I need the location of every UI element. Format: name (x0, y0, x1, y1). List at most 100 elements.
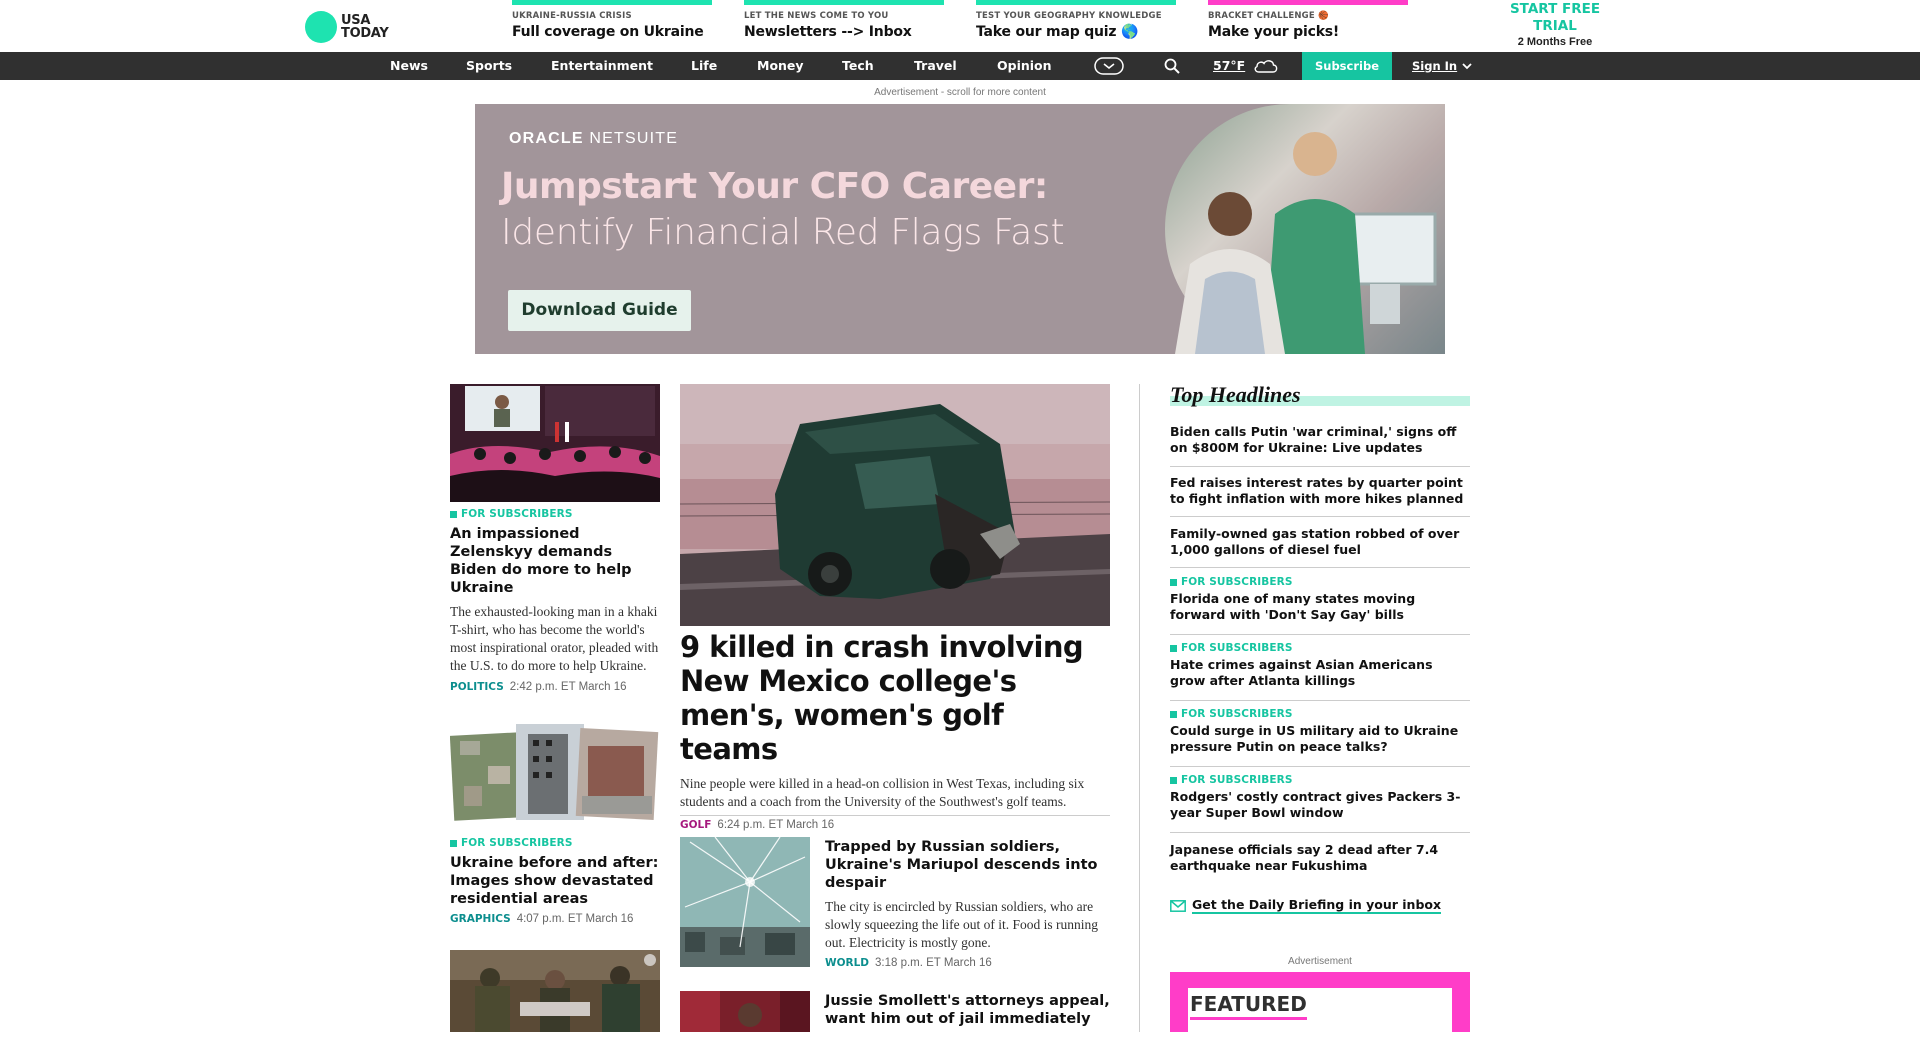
top-headline-item[interactable]: FOR SUBSCRIBERS Hate crimes against Asia… (1170, 642, 1470, 701)
story-headline[interactable]: Jussie Smollett's attorneys appeal, want… (825, 992, 1115, 1028)
chevron-down-icon (1462, 62, 1472, 70)
lead-story-headline[interactable]: 9 killed in crash involving New Mexico c… (680, 630, 1110, 766)
story-meta: GRAPHICS 4:07 p.m. ET March 16 (450, 913, 660, 925)
promo-ukraine[interactable]: UKRAINE-RUSSIA CRISIS Full coverage on U… (512, 0, 712, 52)
cloud-icon[interactable] (1252, 52, 1280, 80)
top-headline-text[interactable]: Japanese officials say 2 dead after 7.4 … (1170, 842, 1470, 874)
story-tag-world[interactable]: WORLD (825, 957, 869, 969)
nav-opinion[interactable]: Opinion (997, 52, 1052, 80)
story-card-mariupol[interactable]: Trapped by Russian soldiers, Ukraine's M… (825, 838, 1115, 969)
nav-entertainment[interactable]: Entertainment (551, 52, 653, 80)
top-headline-text[interactable]: Florida one of many states moving forwar… (1170, 591, 1470, 623)
story-image-mariupol[interactable] (680, 837, 810, 967)
nav-tech[interactable]: Tech (842, 52, 874, 80)
story-time: 2:42 p.m. ET March 16 (509, 681, 627, 693)
search-icon[interactable] (1160, 52, 1184, 80)
ad-brand-bold: ORACLE (509, 130, 584, 147)
story-card-smollett[interactable]: Jussie Smollett's attorneys appeal, want… (825, 992, 1115, 1028)
top-headline-item[interactable]: FOR SUBSCRIBERS Rodgers' costly contract… (1170, 774, 1470, 833)
story-time: 3:18 p.m. ET March 16 (875, 957, 992, 969)
top-headline-item[interactable]: Biden calls Putin 'war criminal,' signs … (1170, 424, 1470, 467)
story-tag-politics[interactable]: POLITICS (450, 681, 504, 693)
story-tag-graphics[interactable]: GRAPHICS (450, 913, 511, 925)
daily-briefing-link[interactable]: Get the Daily Briefing in your inbox (1170, 897, 1442, 914)
sign-in-label: Sign In (1412, 59, 1458, 73)
nav-travel[interactable]: Travel (914, 52, 957, 80)
promo-kicker: BRACKET CHALLENGE 🏀 (1208, 11, 1329, 21)
ad-brand-light: NETSUITE (583, 130, 679, 147)
top-headline-item[interactable]: Japanese officials say 2 dead after 7.4 … (1170, 842, 1470, 882)
logo-dot-icon (305, 10, 337, 43)
nav-sports[interactable]: Sports (466, 52, 512, 80)
ad-brand: ORACLE NETSUITE (509, 130, 678, 148)
story-headline[interactable]: An impassioned Zelenskyy demands Biden d… (450, 525, 660, 597)
promo-bar (512, 0, 712, 5)
promo-map-quiz[interactable]: TEST YOUR GEOGRAPHY KNOWLEDGE Take our m… (976, 0, 1176, 52)
featured-ad[interactable]: FEATURED (1170, 972, 1470, 1048)
top-headline-text[interactable]: Could surge in US military aid to Ukrain… (1170, 723, 1470, 755)
promo-headline: Newsletters --> Inbox (744, 24, 912, 40)
story-summary: The exhausted-looking man in a khaki T-s… (450, 604, 659, 673)
download-guide-button[interactable]: Download Guide (508, 290, 691, 331)
top-headline-text[interactable]: Fed raises interest rates by quarter poi… (1170, 475, 1470, 507)
trial-line2: TRIAL (1533, 18, 1577, 34)
promo-bar (1208, 0, 1408, 5)
story-image[interactable] (450, 716, 660, 826)
ad-headline-1: Jumpstart Your CFO Career: (501, 166, 1048, 207)
trial-sub: 2 Months Free (1517, 36, 1593, 48)
story-time: 4:07 p.m. ET March 16 (516, 913, 634, 925)
sign-in-button[interactable]: Sign In (1412, 52, 1472, 80)
story-tag-golf[interactable]: GOLF (680, 819, 711, 831)
start-free-trial-link[interactable]: START FREE TRIAL 2 Months Free (1500, 1, 1610, 48)
lead-story[interactable]: 9 killed in crash involving New Mexico c… (680, 630, 1110, 831)
nav-life[interactable]: Life (691, 52, 717, 80)
promo-headline: Take our map quiz 🌎 (976, 24, 1139, 40)
lead-story-image[interactable] (680, 384, 1110, 626)
promo-bar (744, 0, 944, 5)
top-headline-text[interactable]: Family-owned gas station robbed of over … (1170, 526, 1470, 558)
story-time: 6:24 p.m. ET March 16 (717, 819, 835, 831)
story-image[interactable] (450, 384, 660, 502)
for-subscribers-label: FOR SUBSCRIBERS (1170, 708, 1470, 720)
section-divider (680, 815, 1110, 816)
story-headline[interactable]: Trapped by Russian soldiers, Ukraine's M… (825, 838, 1115, 892)
featured-label: FEATURED (1190, 992, 1307, 1020)
advertisement-label: Advertisement (1288, 956, 1352, 967)
top-headline-text[interactable]: Rodgers' costly contract gives Packers 3… (1170, 789, 1470, 821)
story-meta: POLITICS 2:42 p.m. ET March 16 (450, 681, 660, 693)
story-card-zelenskyy[interactable]: FOR SUBSCRIBERS An impassioned Zelenskyy… (450, 384, 660, 693)
top-headline-item[interactable]: Family-owned gas station robbed of over … (1170, 526, 1470, 568)
story-meta: WORLD 3:18 p.m. ET March 16 (825, 957, 1115, 969)
nav-money[interactable]: Money (757, 52, 804, 80)
logo-line2: TODAY (341, 25, 389, 41)
ad-photo (1165, 104, 1445, 354)
story-summary: The city is encircled by Russian soldier… (825, 899, 1098, 950)
subscriber-square-icon (1170, 776, 1177, 784)
advertisement-label: Advertisement - scroll for more content (874, 87, 1046, 98)
nav-news[interactable]: News (390, 52, 428, 80)
for-subscribers-label: FOR SUBSCRIBERS (450, 508, 660, 520)
story-image-smollett[interactable] (680, 991, 810, 1032)
lead-story-meta: GOLF 6:24 p.m. ET March 16 (680, 819, 1110, 831)
oracle-netsuite-ad[interactable]: ORACLE NETSUITE Jumpstart Your CFO Caree… (475, 104, 1445, 354)
subscribe-button[interactable]: Subscribe (1302, 52, 1392, 80)
promo-headline: Make your picks! (1208, 24, 1340, 40)
top-headline-item[interactable]: FOR SUBSCRIBERS Florida one of many stat… (1170, 576, 1470, 635)
subscriber-square-icon (450, 510, 457, 518)
top-headline-item[interactable]: FOR SUBSCRIBERS Could surge in US milita… (1170, 708, 1470, 767)
top-headline-text[interactable]: Biden calls Putin 'war criminal,' signs … (1170, 424, 1470, 456)
ad-headline-2: Identify Financial Red Flags Fast (501, 212, 1065, 253)
story-card-ukraine-before-after[interactable]: FOR SUBSCRIBERS Ukraine before and after… (450, 716, 660, 925)
weather-temp[interactable]: 57°F (1213, 52, 1245, 80)
more-menu-icon[interactable] (1092, 52, 1126, 80)
top-headline-item[interactable]: Fed raises interest rates by quarter poi… (1170, 475, 1470, 517)
subscriber-square-icon (1170, 578, 1177, 586)
story-image-soldiers[interactable] (450, 950, 660, 1032)
for-subscribers-label: FOR SUBSCRIBERS (1170, 642, 1470, 654)
trial-line1: START FREE (1509, 1, 1601, 17)
story-headline[interactable]: Ukraine before and after: Images show de… (450, 854, 660, 908)
promo-newsletters[interactable]: LET THE NEWS COME TO YOU Newsletters -->… (744, 0, 944, 52)
top-headline-text[interactable]: Hate crimes against Asian Americans grow… (1170, 657, 1470, 689)
promo-bracket[interactable]: BRACKET CHALLENGE 🏀 Make your picks! (1208, 0, 1408, 52)
usa-today-logo[interactable]: USA TODAY (305, 10, 389, 43)
